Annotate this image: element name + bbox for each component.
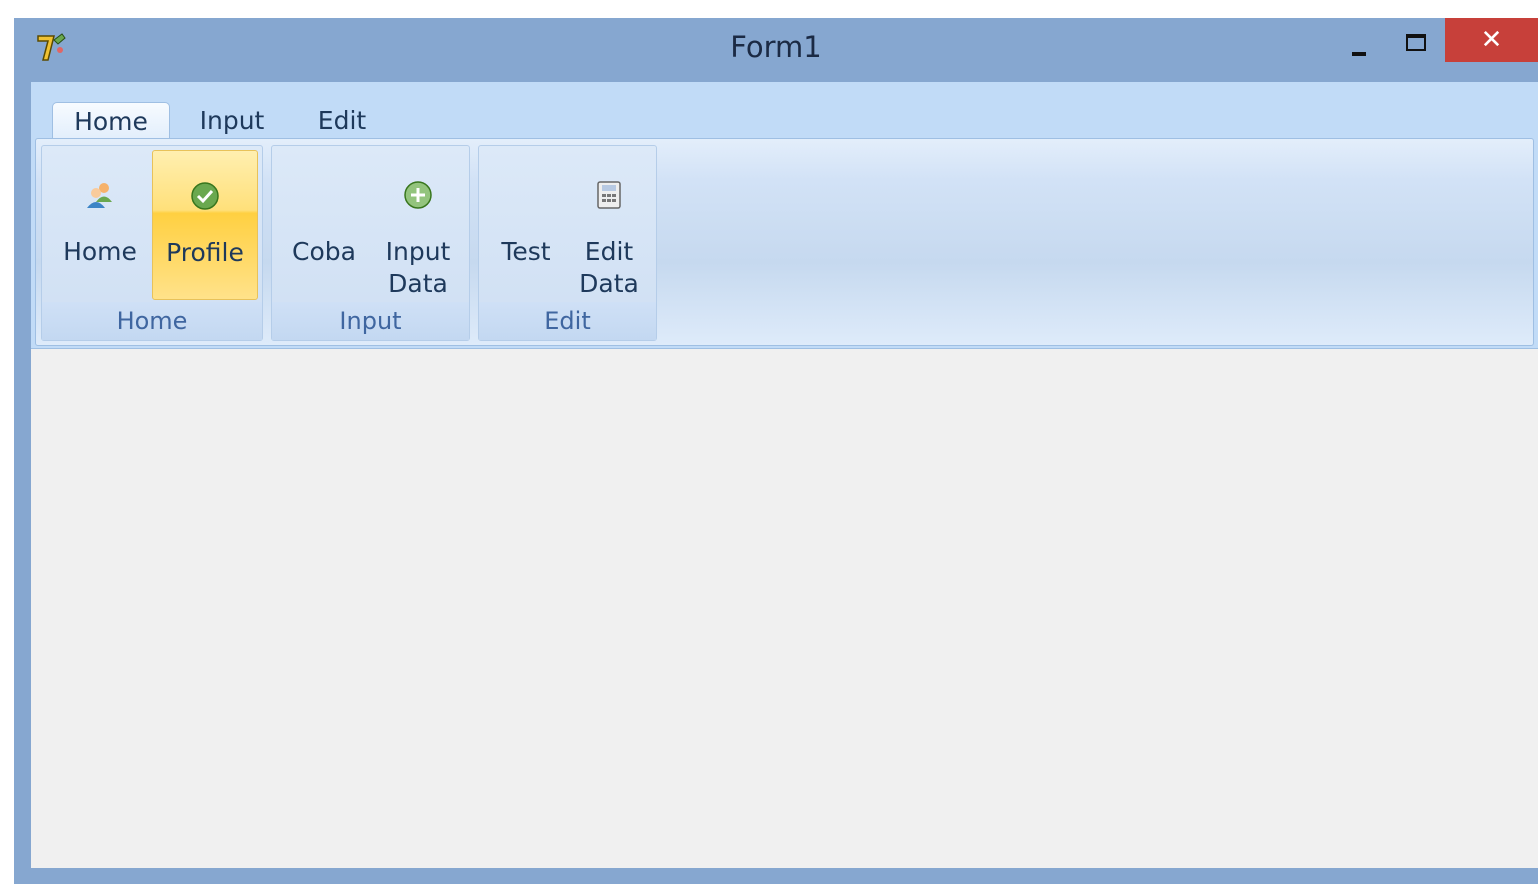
group-edit: Test Edit Data Edit	[478, 145, 657, 341]
add-circle-icon	[403, 180, 433, 210]
input-data-button[interactable]: Input Data	[374, 150, 462, 300]
edit-data-button[interactable]: Edit Data	[569, 150, 649, 300]
profile-button-label: Profile	[166, 238, 244, 267]
test-button[interactable]: Test	[487, 150, 565, 300]
close-button[interactable]: ✕	[1445, 18, 1538, 62]
home-button[interactable]: Home	[48, 150, 152, 300]
check-circle-icon	[190, 181, 220, 211]
ribbon: Home Input Edit Home Profile Home Coba I…	[31, 82, 1538, 348]
users-icon	[85, 180, 115, 210]
close-icon: ✕	[1480, 25, 1503, 55]
home-button-label: Home	[63, 237, 137, 266]
test-button-label: Test	[501, 237, 551, 266]
title-bar[interactable]: Form1 ✕	[14, 18, 1538, 82]
edit-data-button-label: Edit Data	[579, 237, 639, 298]
tab-home[interactable]: Home	[52, 102, 170, 139]
group-home: Home Profile Home	[41, 145, 263, 341]
input-data-button-label: Input Data	[385, 237, 451, 298]
minimize-button[interactable]	[1334, 24, 1384, 68]
app-window: Form1 ✕ Home Input Edit Home Profile Hom…	[14, 18, 1538, 884]
coba-button-label: Coba	[292, 237, 356, 266]
group-home-caption: Home	[42, 302, 262, 340]
group-input: Coba Input Data Input	[271, 145, 470, 341]
group-edit-caption: Edit	[479, 302, 656, 340]
tab-edit[interactable]: Edit	[302, 102, 382, 138]
ribbon-panel: Home Profile Home Coba Input Data Input …	[35, 138, 1534, 346]
maximize-button[interactable]	[1392, 24, 1442, 68]
profile-button[interactable]: Profile	[152, 150, 258, 300]
group-input-caption: Input	[272, 302, 469, 340]
calculator-icon	[594, 180, 624, 210]
window-title: Form1	[730, 30, 822, 64]
coba-button[interactable]: Coba	[280, 150, 368, 300]
client-area	[31, 348, 1538, 868]
tab-input[interactable]: Input	[184, 102, 280, 138]
